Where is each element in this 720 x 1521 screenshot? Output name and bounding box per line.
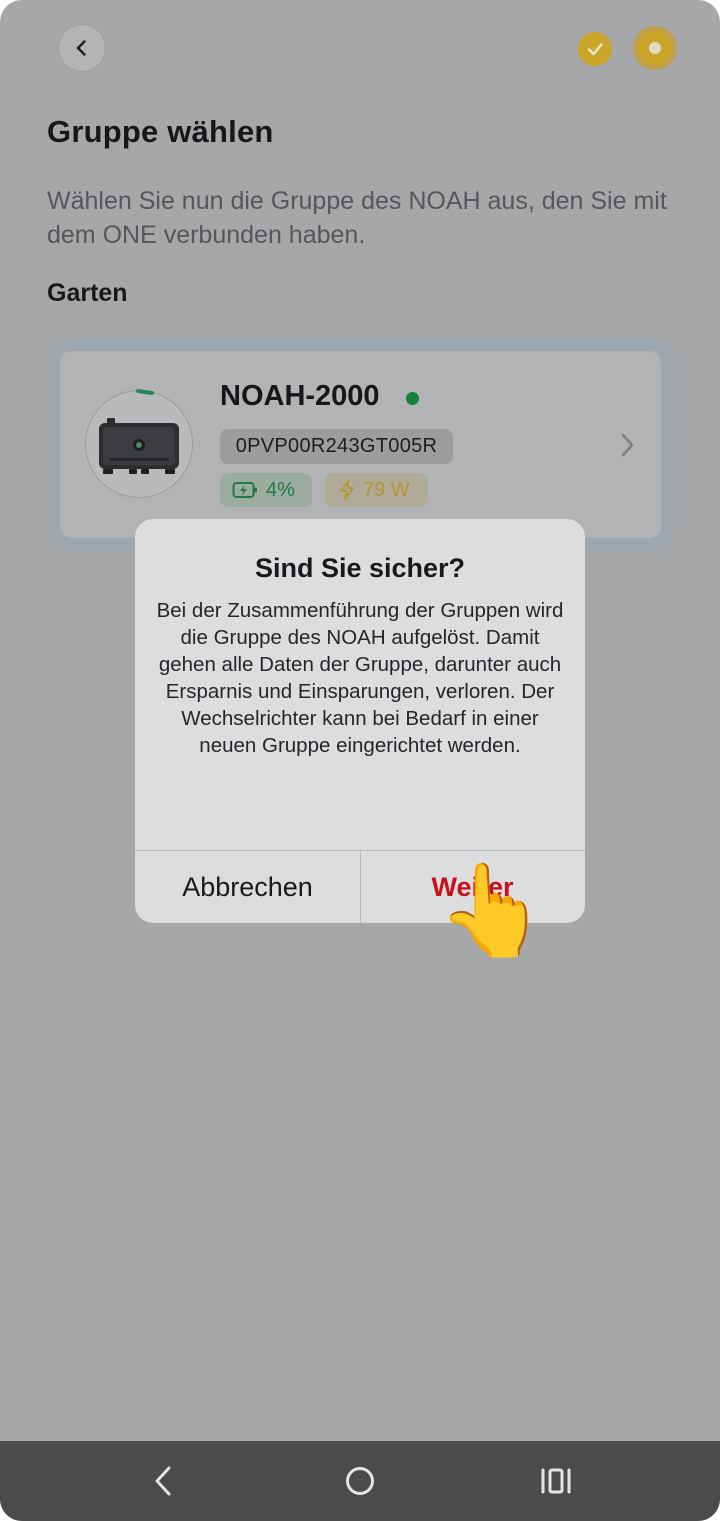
app-screen: Gruppe wählen Wählen Sie nun die Gruppe … [0,0,720,1521]
cancel-button[interactable]: Abbrechen [135,851,360,923]
device-avatar [85,390,193,498]
battery-level: 4% [266,478,295,501]
dialog-title: Sind Sie sicher? [254,553,466,583]
tap-pointer-icon: 👆 [436,861,549,961]
step-done-indicator [578,32,612,66]
device-name: NOAH-2000 [220,380,380,412]
serial-number: 0PVP00R243GT005R [235,435,438,457]
check-icon [587,43,603,56]
page-title: Gruppe wählen [47,114,274,149]
battery-badge: 4% [220,473,312,507]
dialog-message: Bei der Zusammenführung der Gruppen wird… [156,599,564,757]
battery-charging-icon [232,482,257,498]
step-current-indicator [633,26,677,70]
serial-number-chip: 0PVP00R243GT005R [220,429,453,464]
lightning-icon [340,480,354,500]
step-current-circle [638,31,672,65]
nav-back-icon[interactable] [149,1463,179,1499]
power-value: 79 W [363,478,410,501]
nav-home-icon[interactable] [343,1463,377,1499]
power-station-icon [99,418,179,474]
back-button[interactable] [58,24,106,72]
chevron-right-icon[interactable] [615,430,639,460]
nav-recents-icon[interactable] [539,1463,573,1499]
system-nav-bar [0,1441,720,1521]
dot-icon [649,42,661,54]
group-label: Garten [47,279,128,307]
page-description: Wählen Sie nun die Gruppe des NOAH aus, … [47,187,667,249]
power-badge: 79 W [325,473,428,507]
chevron-left-icon [76,40,86,56]
online-status-dot [406,392,419,405]
